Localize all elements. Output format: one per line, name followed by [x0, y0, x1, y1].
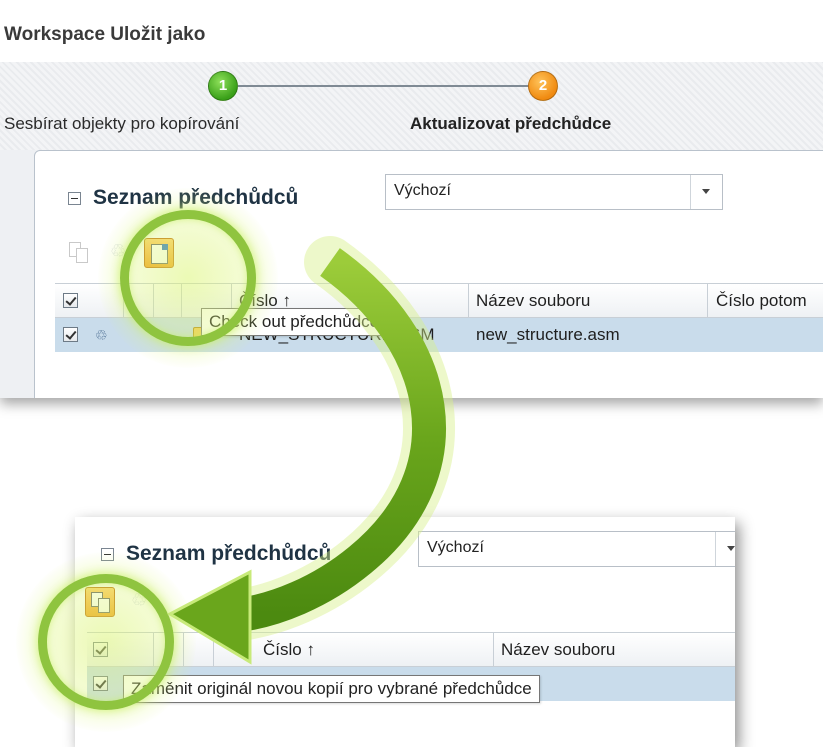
view-select-value: Výchozí [427, 539, 484, 556]
table-header: Číslo ↑ Název souboru Číslo potom [55, 284, 823, 318]
toolbar: ♲ [64, 238, 174, 268]
chevron-down-icon[interactable] [690, 175, 722, 209]
column-header-filename[interactable]: Název souboru [501, 633, 731, 667]
collapse-icon[interactable] [68, 191, 81, 205]
view-select[interactable]: Výchozí [418, 531, 735, 567]
check-out-tooltip: Check out předchůdce [201, 308, 388, 336]
section-title: Seznam předchůdců [93, 186, 299, 209]
column-header-number[interactable]: Číslo ↑ [263, 633, 493, 667]
replace-copy-icon[interactable] [64, 238, 94, 268]
wizard-steps: 1 2 Sesbírat objekty pro kopírování Aktu… [0, 62, 823, 150]
view-select[interactable]: Výchozí [385, 174, 723, 210]
row-checkbox[interactable] [63, 327, 78, 342]
toolbar: ♲ [85, 587, 155, 617]
bottom-dialog-panel: Seznam předchůdců Výchozí ♲ Číslo ↑ Náze… [75, 517, 735, 747]
dialog-title: Workspace Uložit jako [4, 24, 206, 45]
recycle-icon[interactable]: ♲ [104, 238, 134, 268]
row-checkbox[interactable] [93, 676, 108, 691]
view-select-value: Výchozí [394, 182, 451, 199]
section-header: Seznam předchůdců [68, 186, 298, 210]
step-2-indicator[interactable]: 2 [528, 71, 558, 101]
table-row[interactable]: ♲ NEW_STRUCTURE.ASM new_structure.asm [55, 318, 823, 352]
predecessors-table: Číslo ↑ Název souboru Číslo potom ♲ NEW_… [55, 283, 823, 352]
step-1-label[interactable]: Sesbírat objekty pro kopírování [4, 114, 239, 134]
step-1-indicator[interactable]: 1 [208, 71, 238, 101]
replace-original-tooltip: Zaměnit originál novou kopií pro vybrané… [123, 675, 540, 703]
column-header-filename[interactable]: Název souboru [476, 284, 706, 318]
chevron-down-icon[interactable] [715, 532, 735, 566]
table-header: Číslo ↑ Název souboru [87, 633, 735, 667]
section-title: Seznam předchůdců [126, 542, 332, 565]
check-out-icon[interactable] [144, 238, 174, 268]
recycle-icon[interactable]: ♲ [125, 587, 155, 617]
top-dialog-panel: Workspace Uložit jako 1 2 Sesbírat objek… [0, 0, 823, 398]
section-header: Seznam předchůdců [101, 542, 331, 566]
column-header-number-after[interactable]: Číslo potom [716, 284, 823, 318]
replace-copy-icon[interactable] [85, 587, 115, 617]
collapse-icon[interactable] [101, 547, 114, 561]
dialog-title-bar: Workspace Uložit jako [0, 0, 823, 62]
select-all-checkbox[interactable] [63, 293, 78, 308]
row-filename: new_structure.asm [476, 325, 620, 344]
select-all-checkbox[interactable] [93, 642, 108, 657]
step-connector [238, 85, 528, 87]
recycle-icon: ♲ [95, 327, 108, 343]
step-2-label[interactable]: Aktualizovat předchůdce [410, 114, 611, 134]
